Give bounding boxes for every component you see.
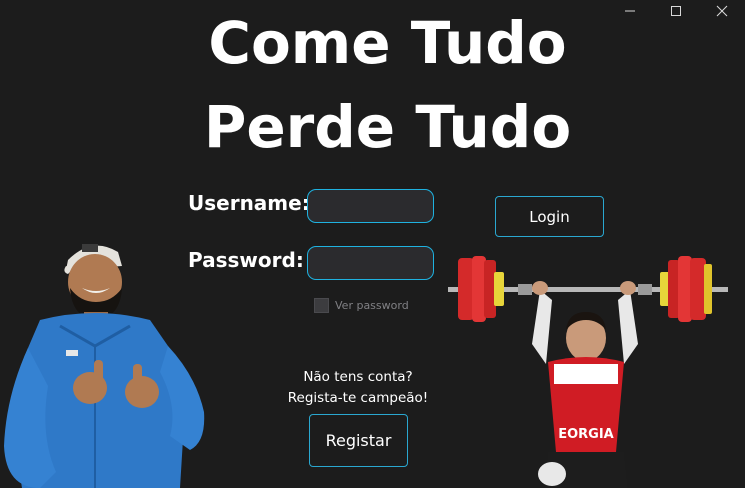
show-password-checkbox[interactable] xyxy=(314,298,329,313)
username-input[interactable] xyxy=(307,189,434,223)
register-prompt-line-1: Não tens conta? xyxy=(303,369,413,385)
app-title-line-1: Come Tudo xyxy=(208,9,567,77)
show-password-toggle[interactable]: Ver password xyxy=(314,298,409,313)
show-password-label: Ver password xyxy=(335,299,409,312)
worker-thumbs-up-image xyxy=(4,244,205,488)
singlet-text: EORGIA xyxy=(558,427,614,442)
register-prompt-line-2: Regista-te campeão! xyxy=(287,390,429,406)
register-button[interactable]: Registar xyxy=(309,414,408,467)
app-title-line-2: Perde Tudo xyxy=(203,93,572,161)
password-input[interactable] xyxy=(307,246,434,280)
weightlifter-image: EORGIA xyxy=(448,256,728,488)
login-button[interactable]: Login xyxy=(495,196,604,237)
username-label: Username: xyxy=(188,191,310,215)
